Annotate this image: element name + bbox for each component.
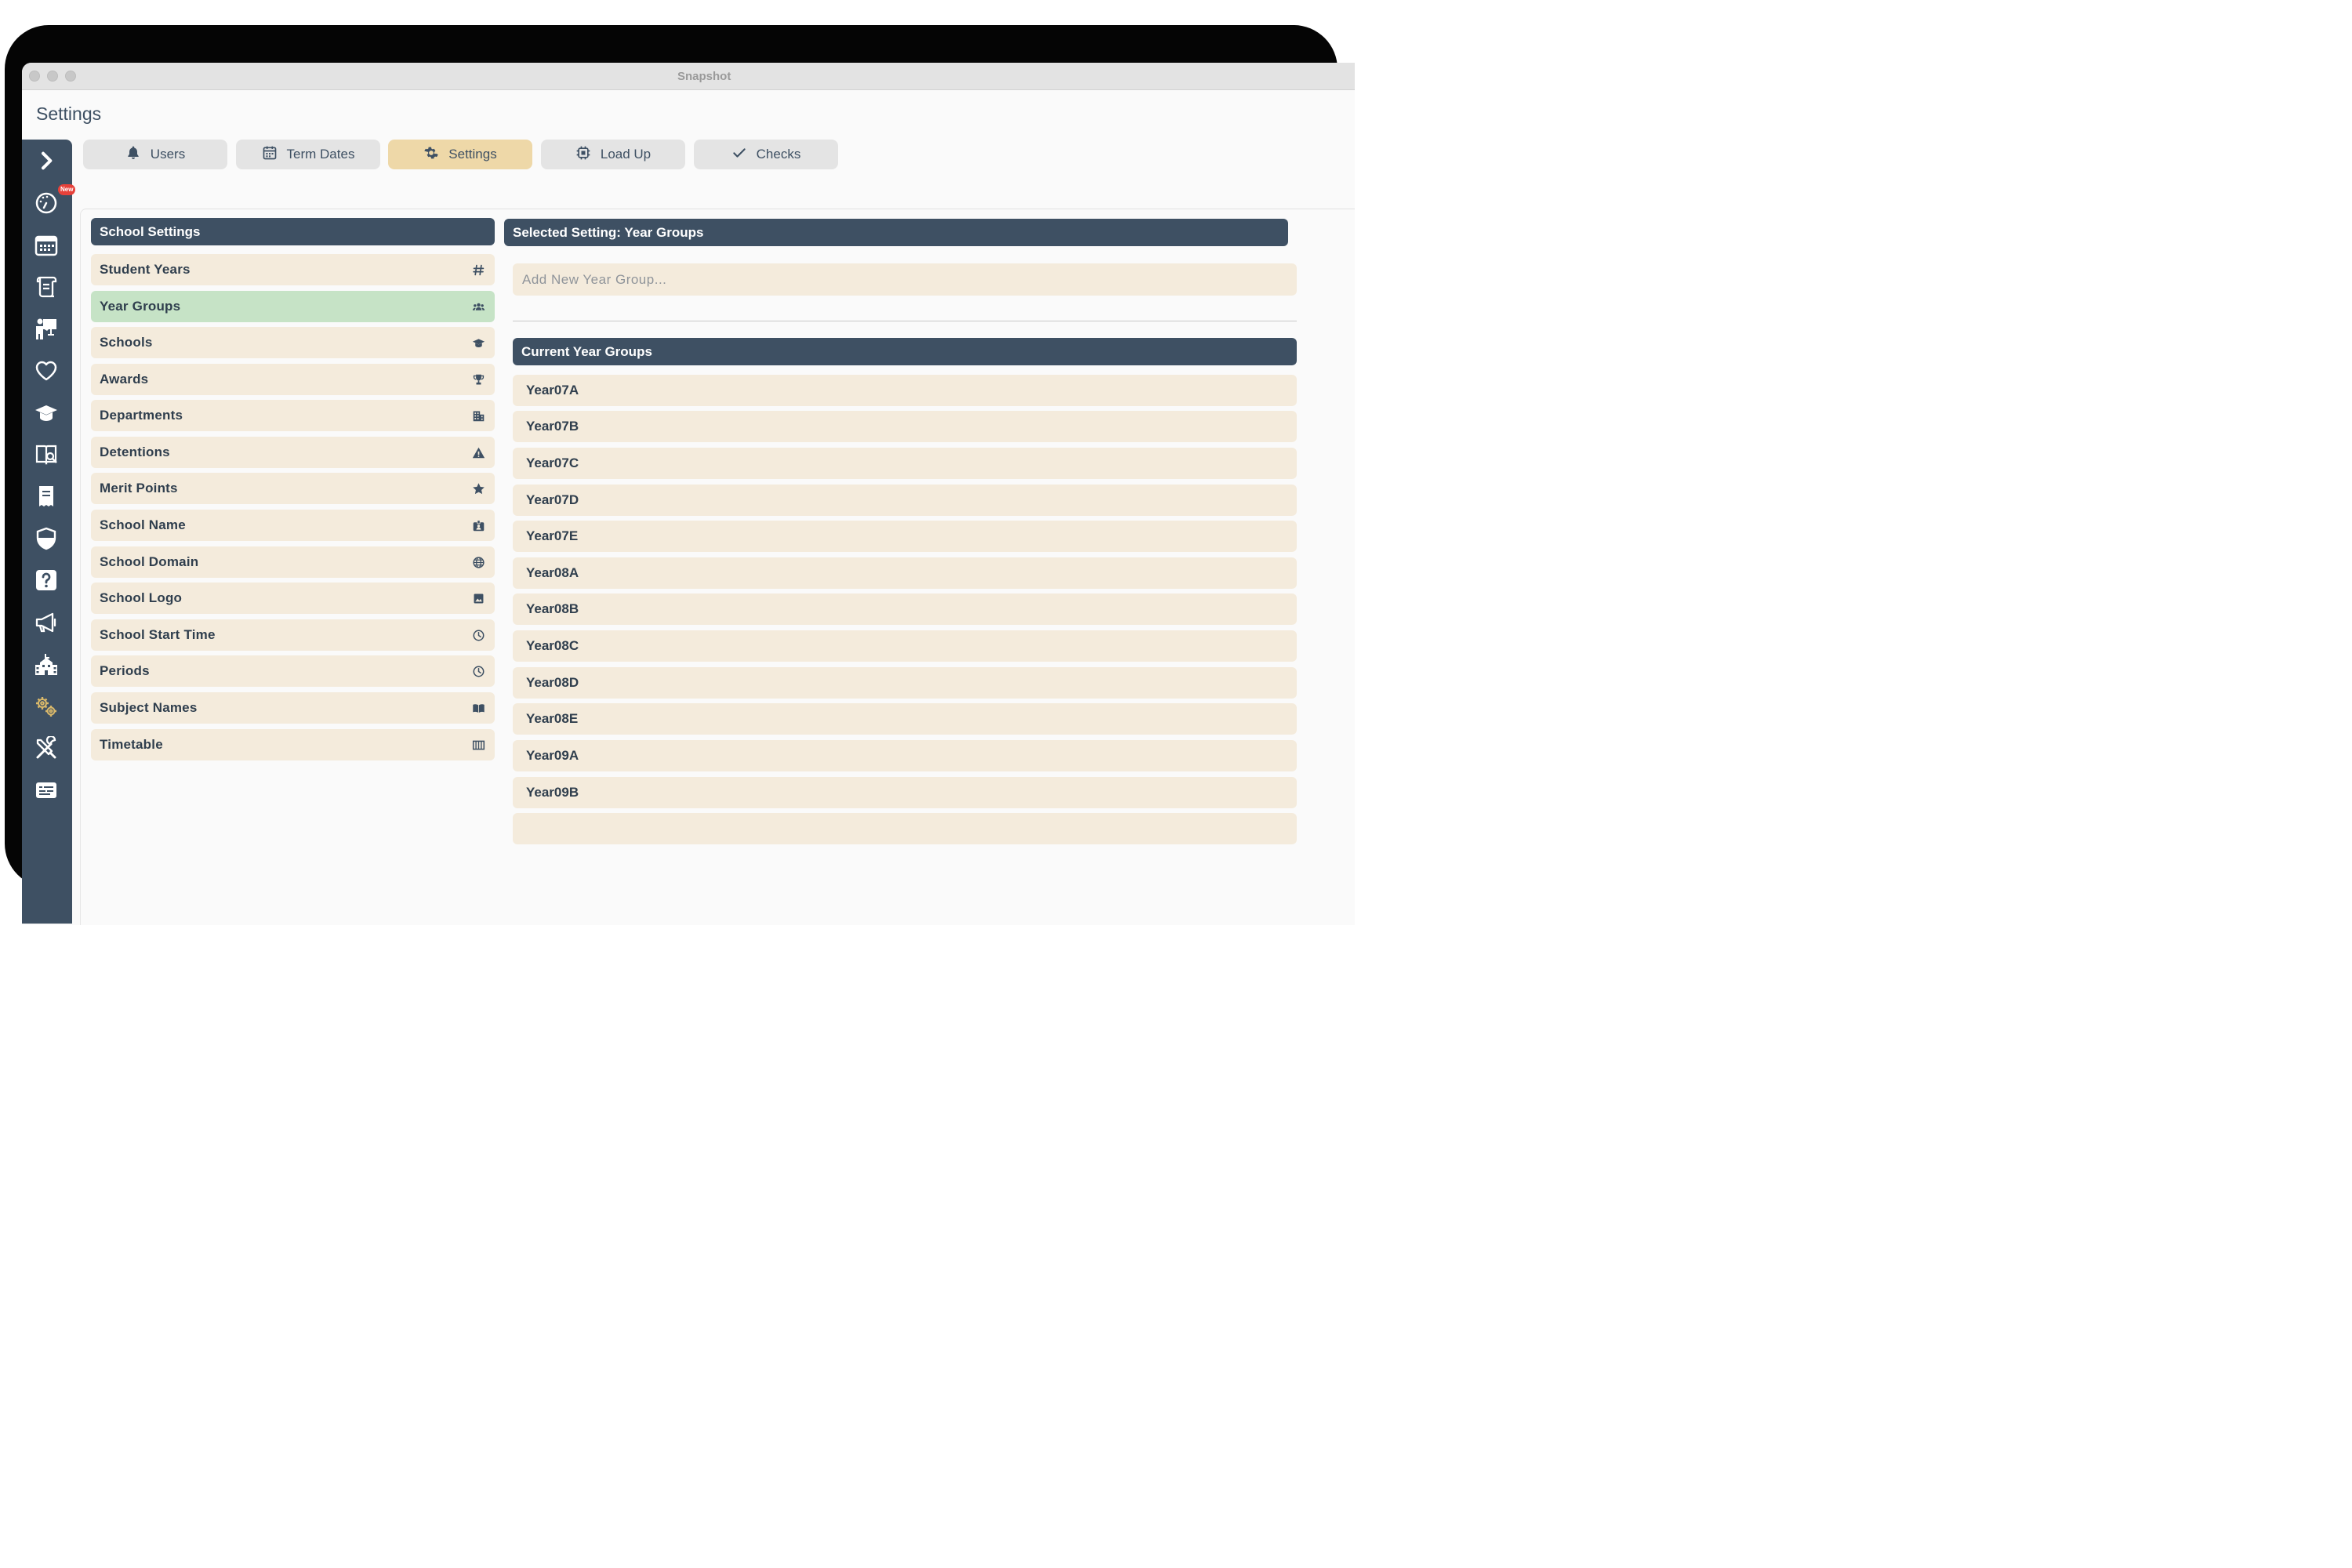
book-open-icon bbox=[471, 701, 485, 715]
setting-item-periods[interactable]: Periods bbox=[91, 655, 495, 687]
cogs-icon[interactable] bbox=[33, 693, 60, 720]
tab-label: Checks bbox=[756, 147, 801, 162]
star-icon bbox=[471, 481, 485, 495]
tab-label: Load Up bbox=[600, 147, 652, 162]
setting-item-label: Student Years bbox=[100, 262, 191, 277]
setting-item-school-logo[interactable]: School Logo bbox=[91, 583, 495, 614]
add-year-group-input[interactable] bbox=[513, 263, 1297, 296]
chip-icon bbox=[575, 145, 591, 165]
table-columns-icon bbox=[471, 738, 485, 752]
new-badge: New bbox=[58, 184, 76, 195]
setting-item-label: Merit Points bbox=[100, 481, 178, 495]
question-icon[interactable] bbox=[33, 567, 60, 593]
year-group-item[interactable]: Year07C bbox=[513, 448, 1297, 479]
globe-icon bbox=[471, 555, 485, 569]
setting-item-awards[interactable]: Awards bbox=[91, 364, 495, 395]
year-group-item[interactable]: Year09A bbox=[513, 740, 1297, 771]
chevron-right-icon[interactable] bbox=[33, 147, 60, 174]
id-card-icon[interactable] bbox=[33, 777, 60, 804]
setting-item-timetable[interactable]: Timetable bbox=[91, 729, 495, 760]
setting-item-departments[interactable]: Departments bbox=[91, 400, 495, 431]
setting-item-schools[interactable]: Schools bbox=[91, 327, 495, 358]
hash-icon bbox=[471, 263, 485, 277]
zoom-window-button[interactable] bbox=[65, 71, 76, 82]
setting-item-label: School Domain bbox=[100, 554, 199, 569]
tab-load-up[interactable]: Load Up bbox=[541, 140, 685, 169]
bell-icon bbox=[125, 145, 141, 165]
sidebar: New bbox=[22, 140, 76, 924]
gear-icon bbox=[423, 145, 439, 165]
document-icon[interactable] bbox=[33, 483, 60, 510]
setting-item-label: Schools bbox=[100, 335, 153, 350]
setting-item-label: Departments bbox=[100, 408, 183, 423]
setting-item-label: School Logo bbox=[100, 590, 183, 605]
setting-item-label: Year Groups bbox=[100, 299, 181, 314]
setting-item-year-groups[interactable]: Year Groups bbox=[91, 291, 495, 322]
image-icon bbox=[471, 591, 485, 605]
page-title: Settings bbox=[36, 103, 102, 124]
heart-icon[interactable] bbox=[33, 358, 60, 384]
tab-label: Settings bbox=[448, 147, 497, 162]
title-bar: Snapshot bbox=[22, 63, 1355, 90]
graduation-cap-icon bbox=[471, 336, 485, 350]
app-window: Snapshot Settings New Users Term Dates S… bbox=[22, 63, 1355, 925]
year-group-item[interactable]: Year08C bbox=[513, 630, 1297, 662]
users-icon bbox=[471, 299, 485, 314]
year-group-item[interactable]: Year08E bbox=[513, 703, 1297, 735]
setting-item-student-years[interactable]: Student Years bbox=[91, 254, 495, 285]
calendar-icon bbox=[262, 145, 278, 165]
setting-item-merit-points[interactable]: Merit Points bbox=[91, 473, 495, 504]
scroll-icon[interactable] bbox=[33, 274, 60, 300]
tab-users[interactable]: Users bbox=[83, 140, 227, 169]
speedometer-icon[interactable]: New bbox=[33, 184, 76, 216]
tab-settings[interactable]: Settings bbox=[388, 140, 532, 169]
setting-item-label: School Name bbox=[100, 517, 186, 532]
setting-item-label: School Start Time bbox=[100, 627, 216, 642]
minimize-window-button[interactable] bbox=[47, 71, 58, 82]
window-title: Snapshot bbox=[677, 70, 731, 83]
clock-icon bbox=[471, 664, 485, 678]
setting-item-school-start-time[interactable]: School Start Time bbox=[91, 619, 495, 651]
year-group-item[interactable]: Year07E bbox=[513, 521, 1297, 552]
setting-item-label: Detentions bbox=[100, 445, 170, 459]
setting-item-label: Timetable bbox=[100, 737, 163, 752]
megaphone-icon[interactable] bbox=[33, 609, 60, 636]
clock-icon bbox=[471, 628, 485, 642]
tab-label: Users bbox=[150, 147, 186, 162]
school-settings-header: School Settings bbox=[91, 218, 495, 245]
tab-checks[interactable]: Checks bbox=[694, 140, 838, 169]
setting-item-subject-names[interactable]: Subject Names bbox=[91, 692, 495, 724]
tools-icon[interactable] bbox=[33, 735, 60, 762]
year-group-item[interactable]: Year08B bbox=[513, 593, 1297, 625]
selected-setting-header: Selected Setting: Year Groups bbox=[504, 219, 1288, 246]
trophy-icon bbox=[471, 372, 485, 387]
year-group-item[interactable]: Year07D bbox=[513, 485, 1297, 516]
warning-icon bbox=[471, 445, 485, 459]
setting-item-school-domain[interactable]: School Domain bbox=[91, 546, 495, 578]
year-group-item[interactable]: Year07B bbox=[513, 411, 1297, 442]
id-badge-icon bbox=[471, 518, 485, 532]
year-group-item[interactable]: Year09B bbox=[513, 777, 1297, 808]
year-group-item[interactable]: Year07A bbox=[513, 375, 1297, 406]
setting-item-label: Subject Names bbox=[100, 700, 198, 715]
tab-term-dates[interactable]: Term Dates bbox=[236, 140, 380, 169]
current-year-groups-header: Current Year Groups bbox=[513, 338, 1297, 365]
close-window-button[interactable] bbox=[29, 71, 40, 82]
book-search-icon[interactable] bbox=[33, 441, 60, 468]
shield-icon[interactable] bbox=[33, 525, 60, 552]
setting-item-detentions[interactable]: Detentions bbox=[91, 437, 495, 468]
tab-label: Term Dates bbox=[286, 147, 355, 162]
year-group-item[interactable]: Year08A bbox=[513, 557, 1297, 589]
building-icon bbox=[471, 408, 485, 423]
setting-item-label: Periods bbox=[100, 663, 150, 678]
year-group-item-partial[interactable] bbox=[513, 813, 1297, 844]
school-building-icon[interactable] bbox=[33, 652, 60, 678]
setting-item-label: Awards bbox=[100, 372, 149, 387]
calendar-grid-icon[interactable] bbox=[33, 232, 60, 259]
teacher-icon[interactable] bbox=[33, 315, 60, 342]
setting-item-school-name[interactable]: School Name bbox=[91, 510, 495, 541]
check-icon bbox=[731, 145, 747, 165]
graduation-cap-icon[interactable] bbox=[33, 400, 60, 426]
year-group-item[interactable]: Year08D bbox=[513, 667, 1297, 699]
